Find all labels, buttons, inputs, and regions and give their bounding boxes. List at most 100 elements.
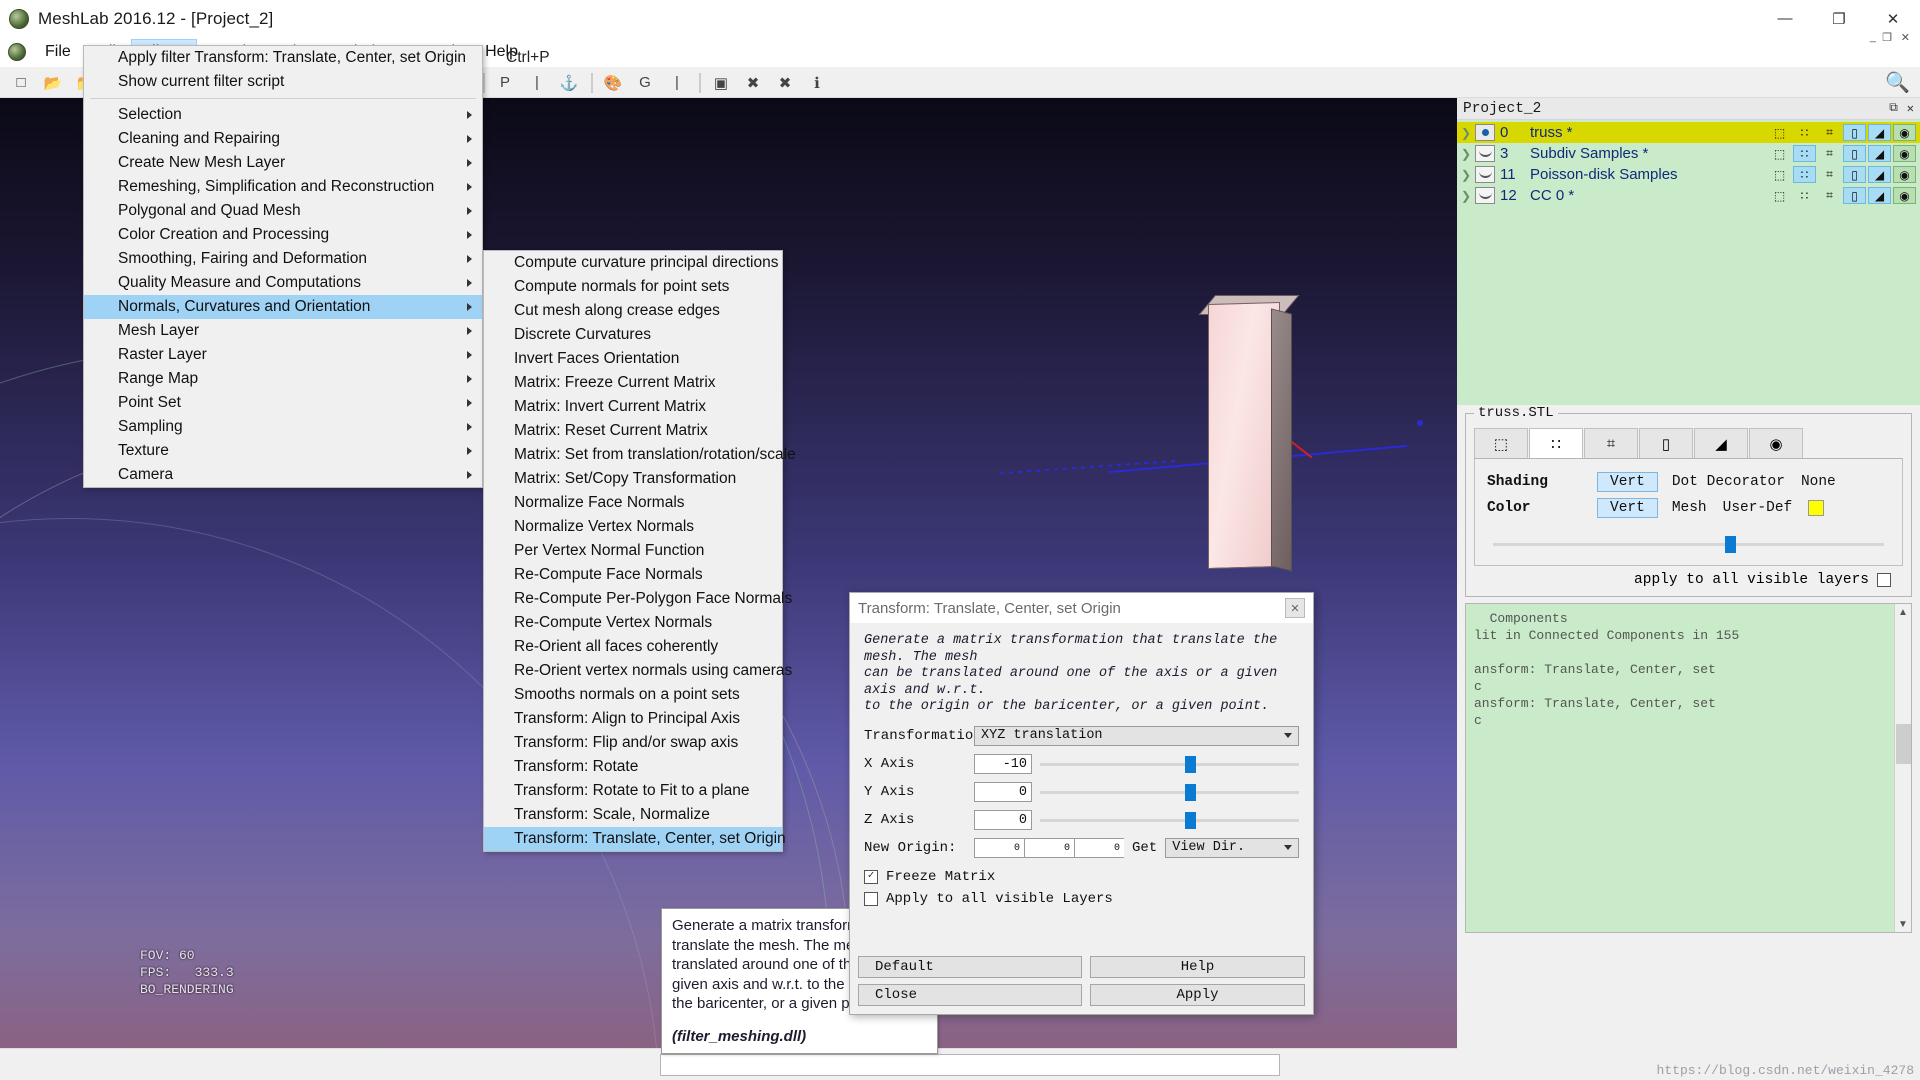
eye-visibility-icon[interactable] (1475, 145, 1495, 162)
color-vert-option[interactable]: Vert (1597, 498, 1658, 518)
crop-icon[interactable]: 🎨 (598, 69, 628, 97)
render-tab-blue-cylinder-icon[interactable]: ▯ (1639, 428, 1693, 458)
submenu-item-matrix-reset-current-matrix[interactable]: Matrix: Reset Current Matrix (484, 419, 782, 443)
transformation-select[interactable]: XYZ translation (974, 725, 1299, 746)
slider-handle[interactable] (1725, 536, 1736, 553)
submenu-item-cut-mesh-along-crease-edges[interactable]: Cut mesh along crease edges (484, 299, 782, 323)
freeze-matrix-checkbox[interactable]: ✓ (864, 869, 878, 884)
new-document-icon[interactable]: □ (6, 69, 36, 97)
apply-all-layers-checkbox[interactable] (864, 891, 878, 906)
inner-close-button[interactable]: ✕ (1901, 31, 1910, 44)
filters-menu-item-texture[interactable]: Texture (84, 439, 482, 463)
box-wireframe-icon[interactable]: ⬚ (1768, 145, 1791, 162)
render-tab-red-cylinder-icon[interactable]: ◢ (1694, 428, 1748, 458)
chevron-up-icon[interactable]: ▲ (1895, 604, 1911, 620)
filters-menu-item-quality-measure-and-computations[interactable]: Quality Measure and Computations (84, 271, 482, 295)
align-icon[interactable]: P (490, 69, 520, 97)
y-axis-input[interactable]: 0 (974, 781, 1032, 802)
chevron-down-icon[interactable]: ▼ (1895, 916, 1911, 932)
submenu-item-compute-curvature-principal-directions[interactable]: Compute curvature principal directions (484, 251, 782, 275)
filters-menu-item-point-set[interactable]: Point Set (84, 391, 482, 415)
green-sphere-icon[interactable]: ◉ (1893, 145, 1916, 162)
layer-row[interactable]: ❯ 0 truss * ⬚ ∷ ⌗ ▯ ◢ ◉ (1457, 122, 1920, 143)
blue-cylinder-icon[interactable]: ▯ (1843, 187, 1866, 204)
red-cylinder-icon[interactable]: ◢ (1868, 187, 1891, 204)
red-cylinder-icon[interactable]: ◢ (1868, 166, 1891, 183)
help-button[interactable]: Help (1090, 956, 1305, 978)
color-align-icon[interactable]: | (522, 69, 552, 97)
submenu-item-discrete-curvatures[interactable]: Discrete Curvatures (484, 323, 782, 347)
submenu-item-normalize-face-normals[interactable]: Normalize Face Normals (484, 491, 782, 515)
blue-cylinder-icon[interactable]: ▯ (1843, 166, 1866, 183)
color-mesh-option[interactable]: Mesh (1672, 500, 1707, 516)
new-origin-x-input[interactable]: 0 (974, 837, 1024, 858)
color-userdef-option[interactable]: User-Def (1723, 500, 1793, 516)
maximize-button[interactable]: ❐ (1812, 0, 1866, 37)
submenu-item-matrix-set-from-translation-rotation-scale[interactable]: Matrix: Set from translation/rotation/sc… (484, 443, 796, 467)
minimize-button[interactable]: — (1758, 0, 1812, 37)
new-origin-z-input[interactable]: 0 (1074, 837, 1124, 858)
filters-menu-item-camera[interactable]: Camera (84, 463, 482, 487)
submenu-item-re-orient-vertex-normals-using-cameras[interactable]: Re-Orient vertex normals using cameras (484, 659, 792, 683)
point-cloud-icon[interactable]: ∷ (1793, 166, 1816, 183)
new-origin-y-input[interactable]: 0 (1024, 837, 1074, 858)
red-cylinder-icon[interactable]: ◢ (1868, 145, 1891, 162)
submenu-item-re-compute-per-polygon-face-normals[interactable]: Re-Compute Per-Polygon Face Normals (484, 587, 792, 611)
blue-cylinder-icon[interactable]: ▯ (1843, 124, 1866, 141)
freeze-matrix-row[interactable]: ✓ Freeze Matrix (864, 866, 1299, 888)
log-panel[interactable]: Components lit in Connected Components i… (1465, 603, 1912, 933)
filters-menu-item-smoothing-fairing-and-deformation[interactable]: Smoothing, Fairing and Deformation (84, 247, 482, 271)
shading-none-option[interactable]: None (1801, 474, 1836, 490)
box-wireframe-icon[interactable]: ⬚ (1768, 166, 1791, 183)
submenu-item-compute-normals-for-point-sets[interactable]: Compute normals for point sets (484, 275, 782, 299)
filters-menu-item-raster-layer[interactable]: Raster Layer (84, 343, 482, 367)
render-slider[interactable] (1487, 533, 1890, 555)
z-axis-input[interactable]: 0 (974, 809, 1032, 830)
transform-dialog[interactable]: Transform: Translate, Center, set Origin… (849, 592, 1314, 1015)
inner-maximize-button[interactable]: ❐ (1882, 31, 1892, 44)
render-tab-point-cloud-icon[interactable]: ∷ (1529, 428, 1583, 458)
filters-menu-item-create-new-mesh-layer[interactable]: Create New Mesh Layer (84, 151, 482, 175)
select-faces-icon[interactable]: G (630, 69, 660, 97)
apply-to-all-visible-row[interactable]: apply to all visible layers (1474, 566, 1903, 588)
filters-menu-item-polygonal-and-quad-mesh[interactable]: Polygonal and Quad Mesh (84, 199, 482, 223)
box-wireframe-icon[interactable]: ⬚ (1768, 124, 1791, 141)
clear-select-vertices-icon[interactable]: ℹ (802, 69, 832, 97)
slider-handle[interactable] (1185, 811, 1197, 829)
shading-vert-option[interactable]: Vert (1597, 472, 1658, 492)
wire-cylinder-icon[interactable]: ⌗ (1818, 166, 1841, 183)
filters-menu-item-mesh-layer[interactable]: Mesh Layer (84, 319, 482, 343)
log-scrollbar[interactable]: ▲ ▼ (1894, 604, 1911, 932)
filters-menu-item-normals-curvatures-and-orientation[interactable]: Normals, Curvatures and Orientation (84, 295, 482, 319)
submenu-item-matrix-set-copy-transformation[interactable]: Matrix: Set/Copy Transformation (484, 467, 782, 491)
submenu-item-smooths-normals-on-a-point-sets[interactable]: Smooths normals on a point sets (484, 683, 782, 707)
close-dialog-button[interactable]: Close (858, 984, 1082, 1006)
point-cloud-icon[interactable]: ∷ (1793, 187, 1816, 204)
geo-icon[interactable]: ⚓ (554, 69, 584, 97)
layer-row[interactable]: ❯ 12 CC 0 * ⬚ ∷ ⌗ ▯ ◢ ◉ (1457, 185, 1920, 206)
filters-menu-item[interactable]: Show current filter script (84, 70, 482, 94)
submenu-item-per-vertex-normal-function[interactable]: Per Vertex Normal Function (484, 539, 782, 563)
get-select[interactable]: View Dir. (1165, 837, 1299, 858)
box-wireframe-icon[interactable]: ⬚ (1768, 187, 1791, 204)
x-axis-slider[interactable] (1040, 754, 1299, 774)
default-button[interactable]: Default (858, 956, 1082, 978)
search-icon[interactable]: 🔍 (1885, 70, 1910, 95)
select-vertices-icon[interactable]: | (662, 69, 692, 97)
apply-all-layers-row[interactable]: Apply to all visible Layers (864, 888, 1299, 910)
slider-handle[interactable] (1185, 755, 1197, 773)
filters-menu-item-color-creation-and-processing[interactable]: Color Creation and Processing (84, 223, 482, 247)
wire-cylinder-icon[interactable]: ⌗ (1818, 145, 1841, 162)
expand-chevron-icon[interactable]: ❯ (1461, 189, 1475, 203)
submenu-item-transform-flip-and-or-swap-axis[interactable]: Transform: Flip and/or swap axis (484, 731, 782, 755)
submenu-item-matrix-freeze-current-matrix[interactable]: Matrix: Freeze Current Matrix (484, 371, 782, 395)
slider-handle[interactable] (1185, 783, 1197, 801)
z-axis-slider[interactable] (1040, 810, 1299, 830)
y-axis-slider[interactable] (1040, 782, 1299, 802)
green-sphere-icon[interactable]: ◉ (1893, 187, 1916, 204)
submenu-item-transform-translate-center-set-origin[interactable]: Transform: Translate, Center, set Origin (484, 827, 786, 851)
submenu-item-transform-align-to-principal-axis[interactable]: Transform: Align to Principal Axis (484, 707, 782, 731)
green-sphere-icon[interactable]: ◉ (1893, 166, 1916, 183)
point-cloud-icon[interactable]: ∷ (1793, 145, 1816, 162)
dialog-close-icon[interactable]: ✕ (1285, 598, 1305, 618)
